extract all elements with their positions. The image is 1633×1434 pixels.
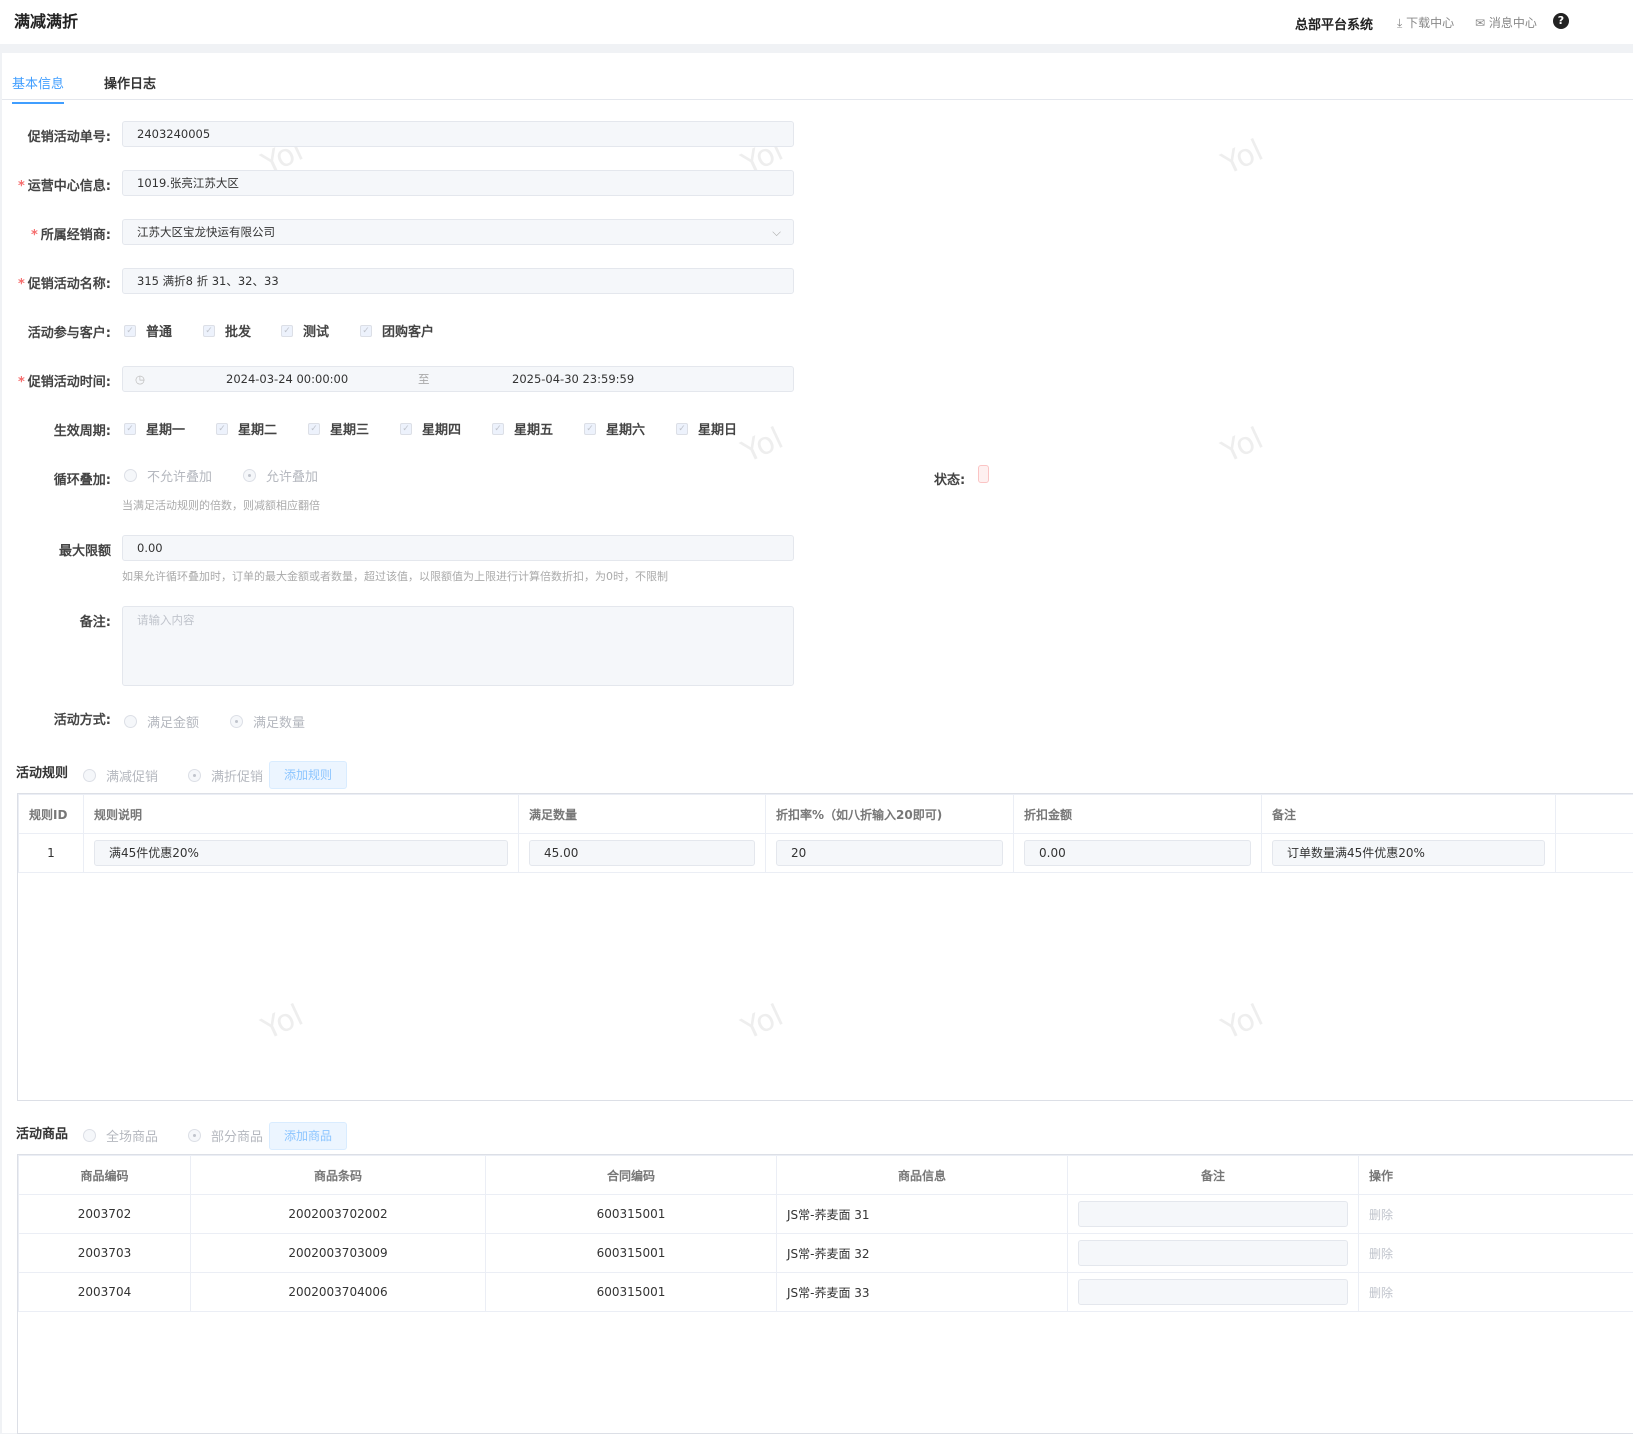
- rules-table: 规则ID 规则说明 满足数量 折扣率%（如八折输入20即可) 折扣金额 备注 1…: [18, 794, 1633, 873]
- table-row: 2003704 2002003704006 600315001 JS常-荞麦面 …: [19, 1273, 1633, 1312]
- tab-operation-log[interactable]: 操作日志: [104, 73, 156, 102]
- mode-radio-quantity[interactable]: 满足数量: [230, 712, 305, 731]
- system-name: 总部平台系统: [1295, 14, 1373, 33]
- loop-radio-allow[interactable]: 允许叠加: [243, 466, 318, 485]
- products-table: 商品编码 商品条码 合同编码 商品信息 备注 操作 2003702 200200…: [18, 1155, 1633, 1312]
- product-remark-input[interactable]: [1078, 1201, 1348, 1227]
- customer-checkbox[interactable]: ✓普通: [124, 321, 172, 340]
- status-badge: [978, 465, 989, 483]
- rule-radio-reduce[interactable]: 满减促销: [83, 766, 158, 785]
- rule-desc-input[interactable]: 满45件优惠20%: [94, 840, 508, 866]
- add-rule-button[interactable]: 添加规则: [269, 761, 347, 789]
- center-label: *运营中心信息:: [18, 175, 111, 194]
- center-field[interactable]: 1019.张亮江苏大区: [122, 170, 794, 196]
- customers-label: 活动参与客户:: [28, 322, 111, 341]
- chevron-down-icon: ⌵: [772, 220, 781, 244]
- mail-icon: ✉: [1475, 16, 1489, 30]
- delete-link[interactable]: 删除: [1359, 1234, 1633, 1273]
- rule-qty-input[interactable]: 45.00: [529, 840, 755, 866]
- weekday-checkbox[interactable]: ✓星期四: [400, 419, 461, 438]
- dealer-label: *所属经销商:: [31, 224, 111, 243]
- table-header: 规则ID 规则说明 满足数量 折扣率%（如八折输入20即可) 折扣金额 备注: [19, 795, 1633, 834]
- name-label: *促销活动名称:: [18, 273, 111, 292]
- products-title: 活动商品: [16, 1123, 68, 1142]
- rule-amount-input[interactable]: 0.00: [1024, 840, 1251, 866]
- table-row: 2003702 2002003702002 600315001 JS常-荞麦面 …: [19, 1195, 1633, 1234]
- help-icon[interactable]: ?: [1553, 13, 1569, 29]
- max-label: 最大限额: [59, 540, 111, 559]
- product-radio-partial[interactable]: 部分商品: [188, 1126, 263, 1145]
- product-remark-input[interactable]: [1078, 1240, 1348, 1266]
- status-label: 状态:: [934, 469, 965, 488]
- tab-divider: [2, 99, 1633, 100]
- rules-title: 活动规则: [16, 762, 68, 781]
- product-radio-all[interactable]: 全场商品: [83, 1126, 158, 1145]
- dealer-select[interactable]: 江苏大区宝龙快运有限公司⌵: [122, 219, 794, 245]
- loop-radio-disallow[interactable]: 不允许叠加: [124, 466, 212, 485]
- activity-name-field[interactable]: 315 满折8 折 31、32、33: [122, 268, 794, 294]
- weekday-checkbox[interactable]: ✓星期一: [124, 419, 185, 438]
- table-header: 商品编码 商品条码 合同编码 商品信息 备注 操作: [19, 1156, 1633, 1195]
- message-center-link[interactable]: ✉ 消息中心: [1475, 14, 1537, 31]
- loop-hint: 当满足活动规则的倍数，则减额相应翻倍: [122, 497, 320, 513]
- customer-checkbox[interactable]: ✓团购客户: [360, 321, 434, 340]
- delete-link[interactable]: 删除: [1359, 1195, 1633, 1234]
- top-header: 满减满折 总部平台系统 ⤓ 下载中心 ✉ 消息中心 ?: [0, 0, 1633, 44]
- weekday-checkbox[interactable]: ✓星期日: [676, 419, 737, 438]
- weekday-checkbox[interactable]: ✓星期三: [308, 419, 369, 438]
- weekday-checkbox[interactable]: ✓星期五: [492, 419, 553, 438]
- table-row: 2003703 2002003703009 600315001 JS常-荞麦面 …: [19, 1234, 1633, 1273]
- customer-checkbox[interactable]: ✓批发: [203, 321, 251, 340]
- max-hint: 如果允许循环叠加时，订单的最大金额或者数量，超过该值，以限额值为上限进行计算倍数…: [122, 568, 668, 584]
- clock-icon: ◷: [135, 367, 145, 391]
- download-icon: ⤓: [1397, 16, 1406, 30]
- weekday-checkbox[interactable]: ✓星期六: [584, 419, 645, 438]
- mode-label: 活动方式:: [54, 709, 111, 728]
- date-range-picker[interactable]: ◷ 2024-03-24 00:00:00 至 2025-04-30 23:59…: [122, 366, 794, 392]
- order-no-field[interactable]: 2403240005: [122, 121, 794, 147]
- product-remark-input[interactable]: [1078, 1279, 1348, 1305]
- order-no-label: 促销活动单号:: [28, 126, 111, 145]
- mode-radio-amount[interactable]: 满足金额: [124, 712, 199, 731]
- add-product-button[interactable]: 添加商品: [269, 1122, 347, 1150]
- table-row: 1 满45件优惠20% 45.00 20 0.00 订单数量满45件优惠20%: [19, 834, 1633, 873]
- rule-radio-discount[interactable]: 满折促销: [188, 766, 263, 785]
- max-limit-field[interactable]: 0.00: [122, 535, 794, 561]
- rule-remark-input[interactable]: 订单数量满45件优惠20%: [1272, 840, 1545, 866]
- customer-checkbox[interactable]: ✓测试: [281, 321, 329, 340]
- loop-label: 循环叠加:: [54, 469, 111, 488]
- download-center-link[interactable]: ⤓ 下载中心: [1397, 14, 1454, 31]
- delete-link[interactable]: 删除: [1359, 1273, 1633, 1312]
- page-title: 满减满折: [14, 8, 78, 32]
- rule-rate-input[interactable]: 20: [776, 840, 1003, 866]
- remark-textarea[interactable]: 请输入内容: [122, 606, 794, 686]
- time-label: *促销活动时间:: [18, 371, 111, 390]
- remark-label: 备注:: [80, 611, 111, 630]
- cycle-label: 生效周期:: [54, 420, 111, 439]
- weekday-checkbox[interactable]: ✓星期二: [216, 419, 277, 438]
